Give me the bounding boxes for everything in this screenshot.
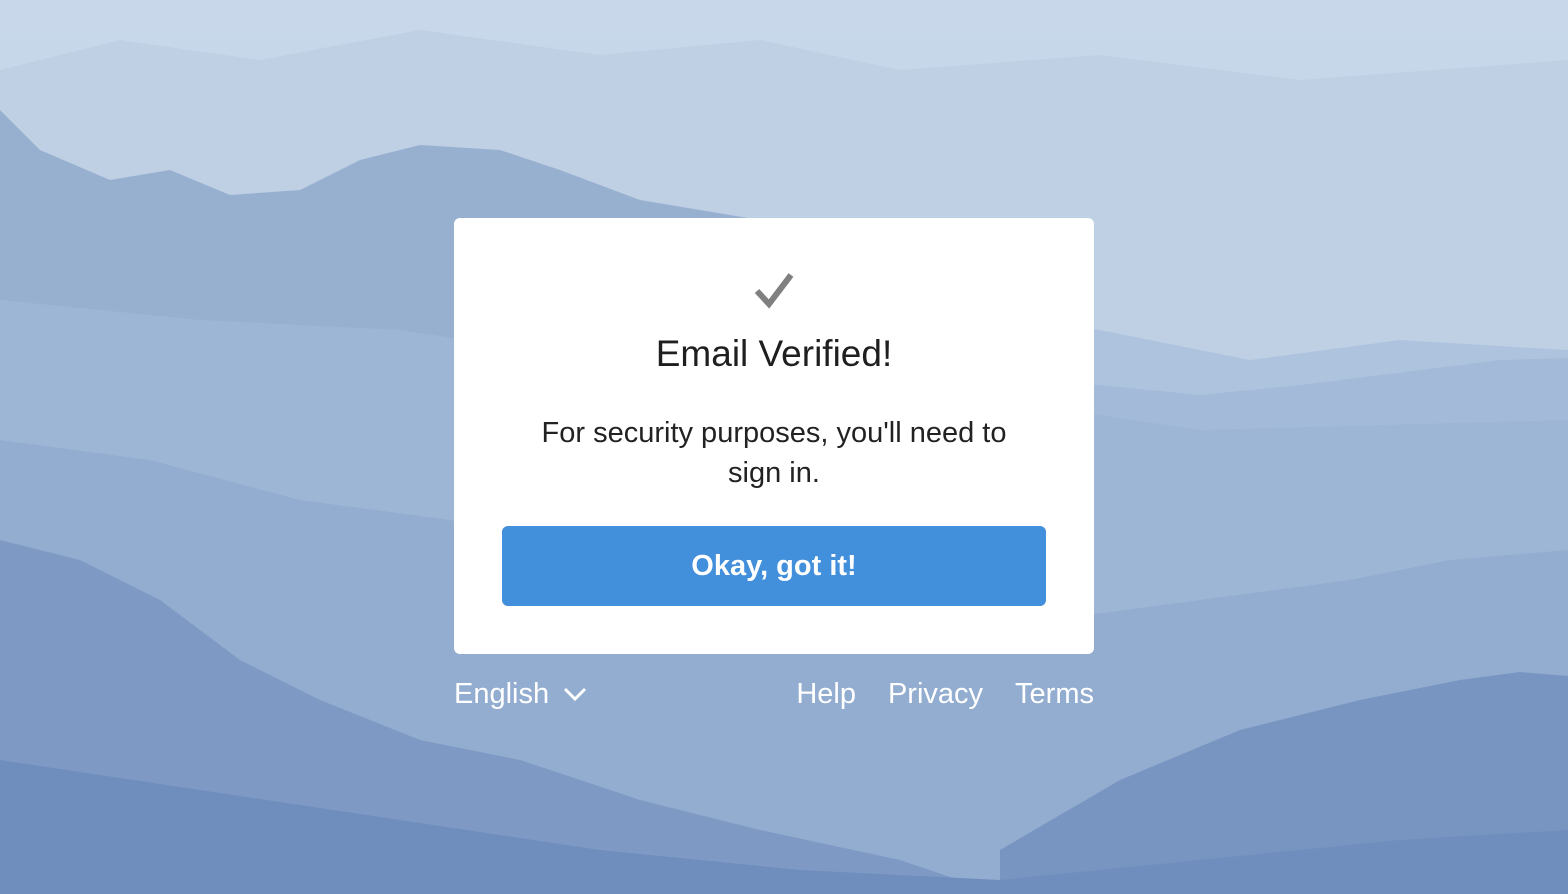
language-selector[interactable]: English <box>454 672 587 716</box>
help-link[interactable]: Help <box>796 672 856 716</box>
language-label: English <box>454 678 550 710</box>
okay-button[interactable]: Okay, got it! <box>502 526 1046 606</box>
footer-links: Help Privacy Terms <box>796 672 1094 716</box>
page-title: Email Verified! <box>655 333 893 374</box>
privacy-link[interactable]: Privacy <box>888 672 983 716</box>
footer: English Help Privacy Terms <box>454 672 1094 716</box>
security-message: For security purposes, you'll need to si… <box>541 417 1007 489</box>
verification-card: Email Verified! For security purposes, y… <box>454 218 1094 654</box>
checkmark-icon <box>454 270 1094 310</box>
terms-link[interactable]: Terms <box>1015 672 1094 716</box>
chevron-down-icon <box>563 686 587 702</box>
